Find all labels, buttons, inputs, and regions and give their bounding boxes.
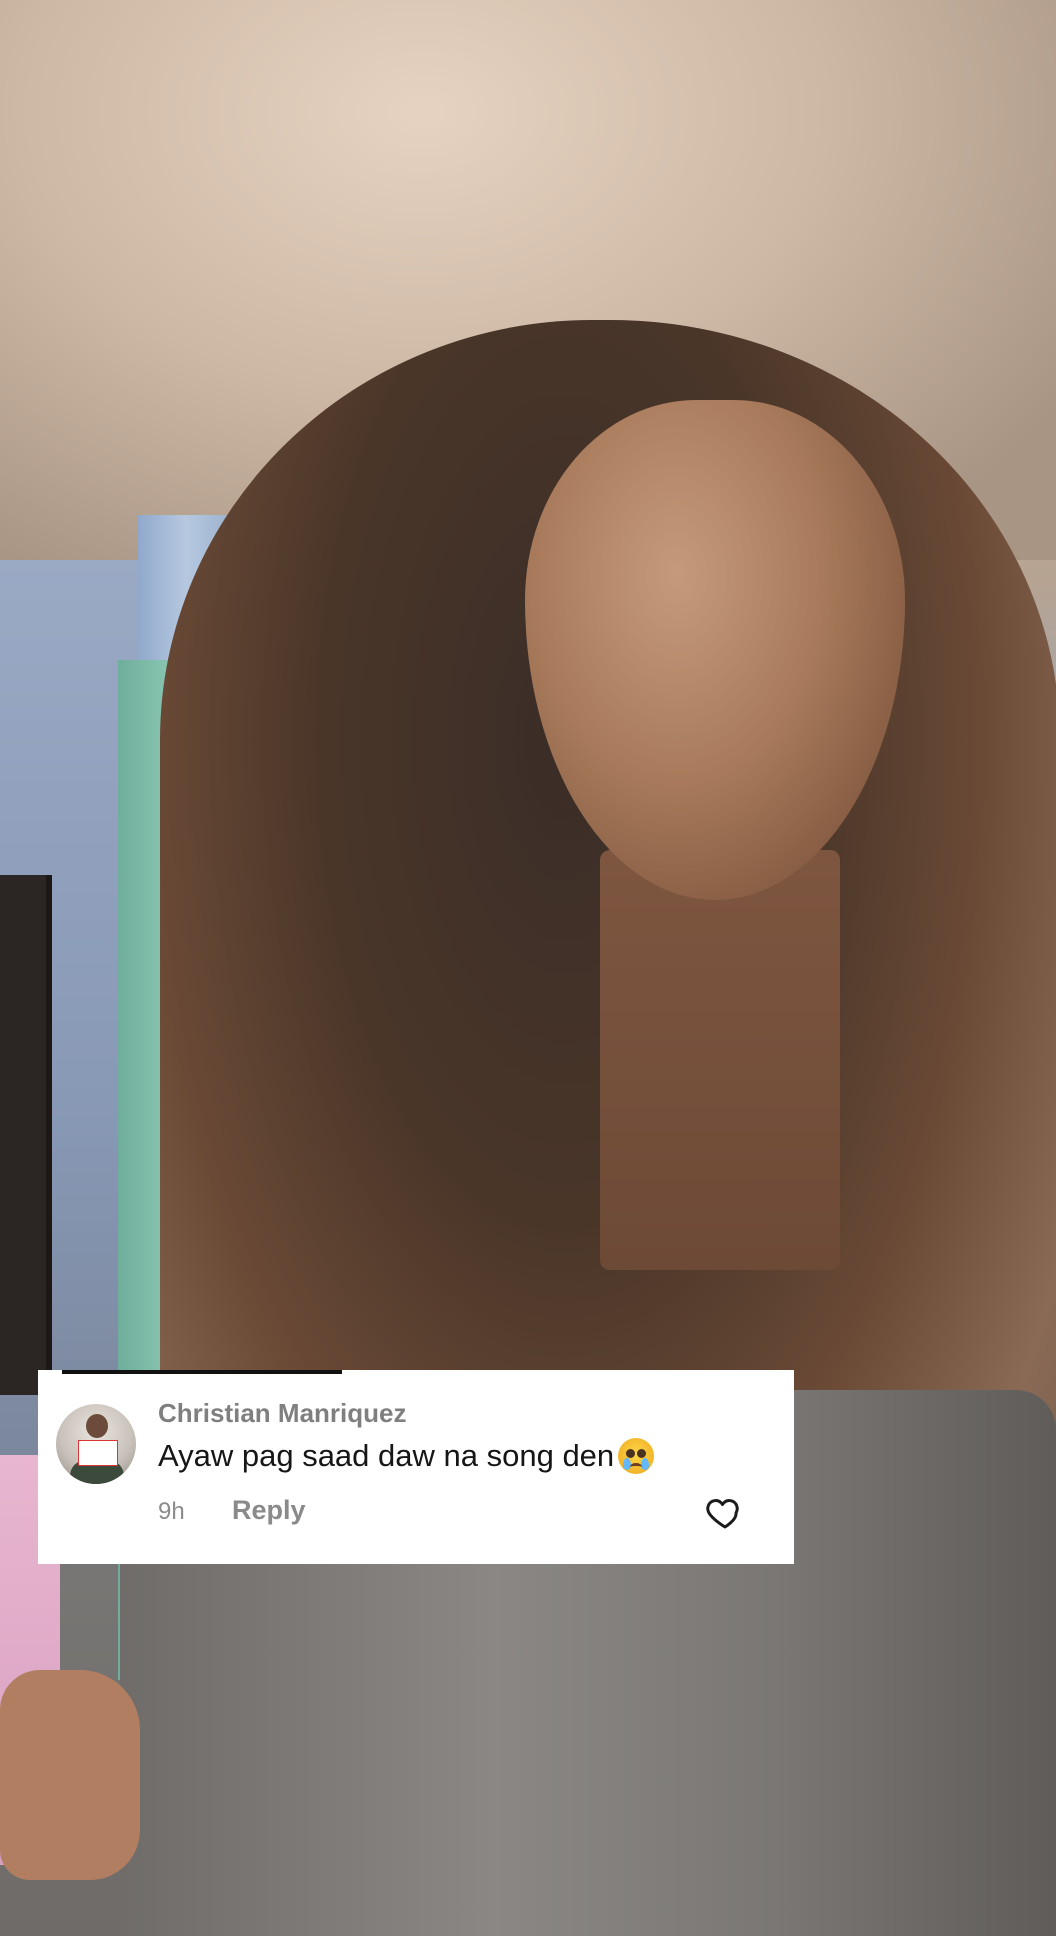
- commenter-name[interactable]: Christian Manriquez: [158, 1398, 406, 1429]
- doorway-background: [0, 875, 52, 1395]
- avatar[interactable]: [56, 1404, 136, 1484]
- comment-card-accent-bar: [62, 1370, 342, 1374]
- emoji-mouth: [630, 1463, 643, 1471]
- child-arm: [0, 1670, 140, 1880]
- video-frame[interactable]: [0, 0, 1056, 1936]
- avatar-sign: [78, 1440, 118, 1466]
- comment-timestamp: 9h: [158, 1498, 185, 1525]
- person-neck: [600, 850, 840, 1270]
- face-holding-back-tears-icon: [618, 1438, 655, 1474]
- tear-right-icon: [641, 1458, 650, 1470]
- avatar-head: [86, 1414, 108, 1438]
- heart-icon[interactable]: [704, 1492, 746, 1532]
- comment-text-row: Ayaw pag saad daw na song den: [158, 1438, 655, 1474]
- reply-button[interactable]: Reply: [232, 1495, 306, 1526]
- comment-reply-card[interactable]: Christian Manriquez Ayaw pag saad daw na…: [38, 1370, 794, 1564]
- comment-text: Ayaw pag saad daw na song den: [158, 1438, 615, 1473]
